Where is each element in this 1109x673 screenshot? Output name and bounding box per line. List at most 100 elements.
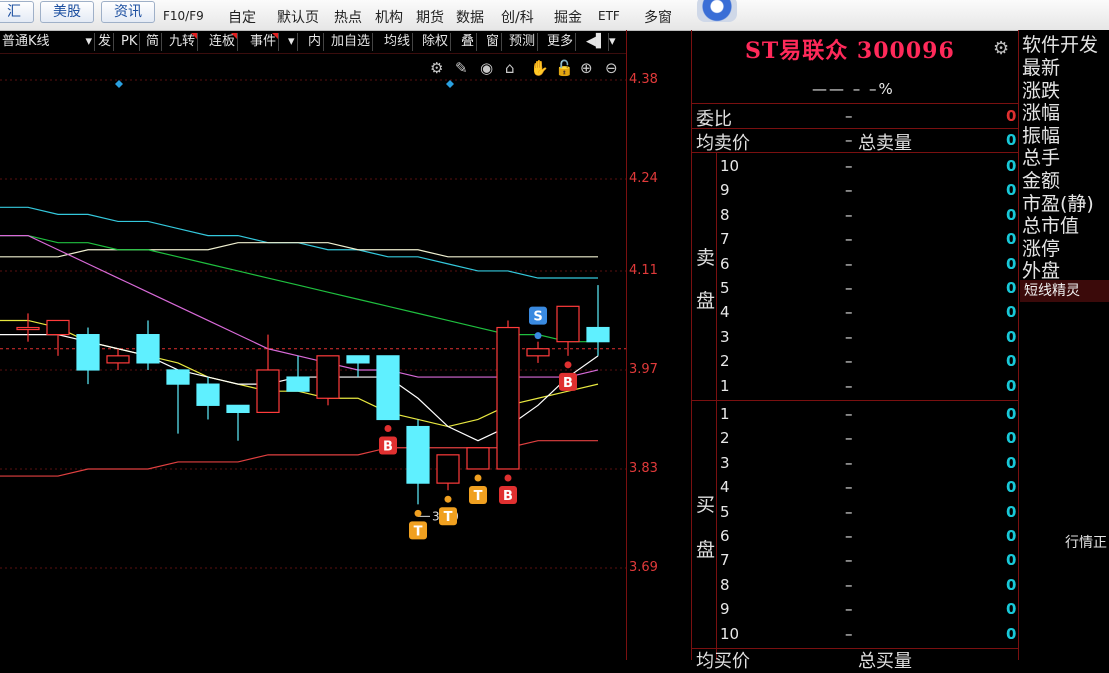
candle-body (76, 334, 100, 371)
sell-price-7: – (845, 230, 853, 249)
toolbar-window[interactable]: 窗 (484, 33, 503, 51)
signal-label: S (533, 310, 542, 325)
signal-label: B (563, 376, 573, 391)
event-dropdown-icon[interactable]: ▾ (286, 33, 298, 51)
lock-icon[interactable]: ⌂ (505, 59, 515, 77)
y-tick-label: 4.38 (629, 72, 658, 87)
signal-dot (534, 332, 542, 340)
toolbar-event[interactable]: 事件 (248, 33, 280, 51)
sell-price-2: – (845, 352, 853, 371)
toolbar-pk[interactable]: PK (119, 33, 141, 51)
buy-volume-9: 0 (1006, 600, 1017, 619)
divider (692, 400, 1018, 401)
buy-volume-10: 0 (1006, 624, 1017, 643)
toolbar-fa[interactable]: 发 (96, 33, 115, 51)
zoom-out-icon[interactable]: ⊖ (605, 59, 618, 77)
hand-icon[interactable]: ✋ (530, 59, 549, 77)
sell-side-label-1: 卖 (696, 247, 716, 269)
sell-price-1: – (845, 376, 853, 395)
candle-body (436, 454, 460, 484)
pen-icon[interactable]: ✎ (455, 59, 468, 77)
hotspot-button[interactable]: 热点 (334, 7, 362, 27)
buy-volume-5: 0 (1006, 502, 1017, 521)
custom-button[interactable]: 自定 (228, 7, 256, 27)
app-logo-icon[interactable] (697, 0, 737, 22)
divider (692, 103, 1018, 104)
data-button[interactable]: 数据 (456, 7, 484, 27)
sell-volume-9: 0 (1006, 181, 1017, 200)
settings-icon[interactable]: ⚙ (430, 59, 443, 77)
buy-volume-1: 0 (1006, 405, 1017, 423)
toolbar-lianban[interactable]: 连板 (207, 33, 239, 51)
outer-volume-label: 外盘 (1022, 260, 1061, 282)
candle-body (106, 355, 130, 364)
avg-buy-label: 均买价 (696, 651, 750, 672)
candle-body (466, 447, 490, 470)
kline-chart[interactable]: ⚙✎◉⌂✋🔓⊕⊖3.80BTTTBBS (0, 54, 626, 660)
buy-volume-7: 0 (1006, 551, 1017, 570)
sell-level-1: 1 (720, 376, 730, 395)
sell-price-4: – (845, 303, 853, 322)
stock-title: ST易联众 300096 (745, 38, 955, 64)
y-tick-label: 3.69 (629, 560, 658, 575)
candle-body (196, 383, 220, 406)
chinext-star-button[interactable]: 创/科 (501, 7, 534, 27)
sell-side-label-2: 盘 (696, 290, 716, 312)
period-select[interactable]: 普通K线 ▾ (0, 33, 95, 51)
default-page-button[interactable]: 默认页 (277, 7, 319, 27)
speaker-icon[interactable]: ◀▌ (584, 33, 609, 51)
toolbar-inner[interactable]: 内 (306, 33, 325, 51)
etf-button[interactable]: ETF (598, 9, 620, 23)
buy-volume-3: 0 (1006, 453, 1017, 472)
candle-body (376, 355, 400, 421)
sell-level-3: 3 (720, 327, 730, 346)
buy-level-5: 5 (720, 502, 730, 521)
buy-volume-4: 0 (1006, 478, 1017, 497)
zoom-in-icon[interactable]: ⊕ (580, 59, 593, 77)
toolbar-forecast[interactable]: 预测 (507, 33, 539, 51)
juejin-button[interactable]: 掘金 (554, 7, 582, 27)
weibi-zero: 0 (1006, 107, 1017, 125)
toolbar-overlay[interactable]: 叠 (459, 33, 478, 51)
eye-icon[interactable]: ◉ (480, 59, 493, 77)
sell-volume-7: 0 (1006, 230, 1017, 249)
multi-window-button[interactable]: 多窗 (644, 7, 672, 27)
f10-button[interactable]: F10/F9 (163, 9, 204, 23)
signal-dot (384, 424, 392, 432)
toolbar-more[interactable]: 更多 (545, 33, 577, 51)
toolbar-jiuzhuan[interactable]: 九转 (167, 33, 199, 51)
gear-icon[interactable]: ⚙ (993, 38, 1009, 59)
unlock-icon[interactable]: 🔓 (555, 59, 574, 77)
signal-dot (564, 361, 572, 369)
sell-price-6: – (845, 254, 853, 273)
marker-diamond (446, 80, 454, 88)
futures-button[interactable]: 期货 (416, 7, 444, 27)
news-button[interactable]: 资讯 (101, 1, 155, 23)
buy-level-10: 10 (720, 624, 740, 643)
toolbar-dropdown-icon[interactable]: ▾ (607, 33, 618, 51)
sell-volume-1: 0 (1006, 376, 1017, 395)
buy-volume-2: 0 (1006, 429, 1017, 448)
short-term-sprite-tab[interactable]: 短线精灵 (1020, 280, 1109, 302)
candle-body (46, 319, 70, 336)
buy-price-8: – (845, 575, 853, 594)
sell-price-10: – (845, 157, 853, 175)
toolbar-exright[interactable]: 除权 (420, 33, 452, 51)
sell-volume-8: 0 (1006, 205, 1017, 224)
toolbar-simple[interactable]: 简 (144, 33, 163, 51)
institution-button[interactable]: 机构 (375, 7, 403, 27)
stock-info-column: 软件开发 最新 涨跌 涨幅 振幅 总手 金额 市盈(静) 总市值 涨停 外盘 短… (1018, 30, 1109, 660)
period-select-label: 普通K线 (2, 34, 50, 49)
orderbook-divider (716, 153, 717, 660)
toolbar-add-watchlist[interactable]: 加自选 (329, 33, 374, 51)
huihui-button[interactable]: 汇 (0, 1, 34, 23)
y-tick-label: 3.97 (629, 361, 658, 377)
y-tick-label: 4.24 (629, 171, 658, 186)
buy-price-6: – (845, 527, 853, 545)
ma-line-1 (0, 242, 598, 258)
toolbar-ma[interactable]: 均线 (382, 33, 414, 51)
buy-price-3: – (845, 453, 853, 472)
price-axis-divider (626, 30, 627, 660)
us-stocks-button[interactable]: 美股 (40, 1, 94, 23)
total-sell-zero: 0 (1006, 131, 1017, 149)
